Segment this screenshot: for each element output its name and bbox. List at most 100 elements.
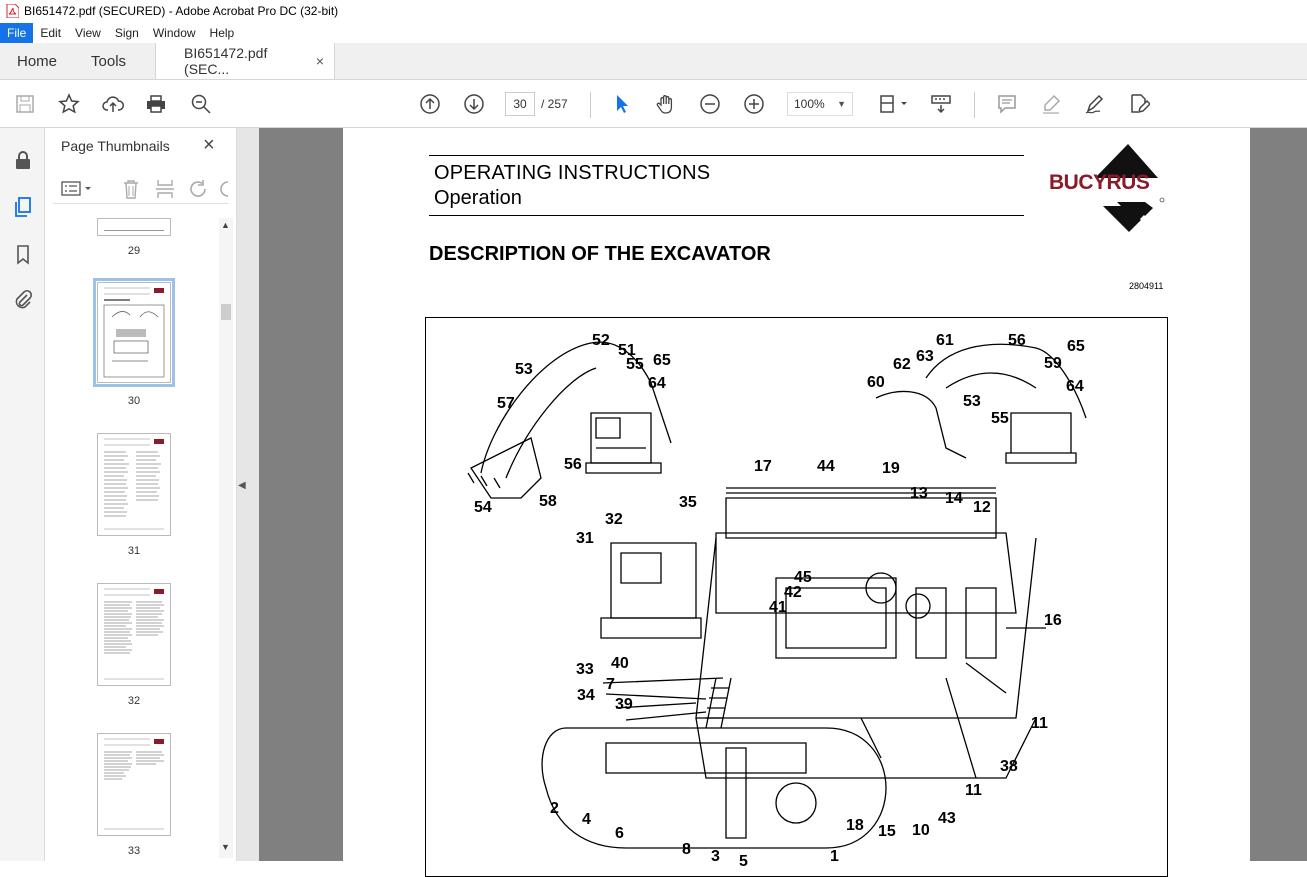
menu-view[interactable]: View	[68, 23, 108, 43]
callout-52: 52	[592, 332, 610, 349]
tab-home[interactable]: Home	[0, 43, 74, 79]
callout-62: 62	[893, 356, 911, 373]
thumbnail-page-32[interactable]	[97, 583, 171, 686]
thumbnail-label: 32	[127, 695, 141, 707]
callout-31: 31	[576, 530, 594, 547]
callout-7: 7	[606, 676, 615, 693]
toolbar-divider	[590, 92, 591, 118]
acrobat-pdf-icon	[6, 4, 19, 18]
page-number-input[interactable]: 30	[505, 92, 535, 116]
bookmark-icon[interactable]	[11, 242, 35, 266]
thumbnail-label: 30	[127, 395, 141, 407]
keyboard-scroll-icon[interactable]	[929, 92, 953, 116]
menu-sign[interactable]: Sign	[108, 23, 146, 43]
window-titlebar: BI651472.pdf (SECURED) - Adobe Acrobat P…	[0, 0, 1307, 22]
thumbnail-page-30[interactable]	[93, 278, 175, 387]
callout-17: 17	[754, 458, 772, 475]
hand-tool-icon[interactable]	[654, 92, 678, 116]
callout-8: 8	[682, 841, 691, 858]
edit-document-icon[interactable]	[1127, 92, 1151, 116]
zoom-level-select[interactable]: 100% ▼	[787, 92, 853, 116]
tab-close-icon[interactable]: ×	[316, 53, 324, 69]
rotate-page-icon[interactable]	[188, 178, 210, 200]
main-toolbar: 30 / 257 100% ▼	[0, 80, 1307, 128]
callout-59: 59	[1044, 355, 1062, 372]
thumbnail-label: 31	[127, 545, 141, 557]
callout-64: 64	[648, 375, 666, 392]
menu-window[interactable]: Window	[146, 23, 203, 43]
comment-icon[interactable]	[995, 92, 1019, 116]
thumbnail-page-29[interactable]	[97, 218, 171, 236]
thumbnail-page-33-preview	[104, 738, 164, 830]
bookmark-star-icon[interactable]	[57, 92, 81, 116]
callout-58: 58	[539, 493, 557, 510]
callout-39: 39	[615, 696, 633, 713]
left-navigation-rail	[0, 128, 45, 861]
tab-tools[interactable]: Tools	[74, 43, 143, 79]
callout-6: 6	[615, 825, 624, 842]
menu-bar: File Edit View Sign Window Help	[0, 22, 1307, 43]
zoom-in-icon[interactable]	[742, 92, 766, 116]
thumbnail-options-icon[interactable]	[61, 181, 95, 197]
header-subtitle: Operation	[434, 187, 522, 209]
scroll-up-icon[interactable]: ▲	[221, 220, 230, 230]
callout-15: 15	[878, 823, 896, 840]
upload-cloud-icon[interactable]	[101, 92, 125, 116]
callout-2: 2	[550, 800, 559, 817]
callout-65: 65	[1067, 338, 1085, 355]
lock-icon[interactable]	[11, 148, 35, 172]
save-icon[interactable]	[13, 92, 37, 116]
callout-11: 11	[965, 782, 982, 799]
callout-40: 40	[611, 655, 629, 672]
attachment-icon[interactable]	[11, 288, 35, 312]
menu-file[interactable]: File	[0, 22, 34, 43]
callout-14: 14	[945, 490, 963, 507]
select-cursor-icon[interactable]	[610, 92, 634, 116]
callout-35: 35	[679, 494, 697, 511]
tab-bar: Home Tools BI651472.pdf (SEC... ×	[0, 43, 1307, 80]
close-icon[interactable]: ×	[203, 134, 215, 157]
thumbnails-scrollbar[interactable]: ▲ ▼	[219, 218, 233, 858]
extract-page-icon[interactable]	[154, 178, 176, 200]
thumbnail-label: 33	[127, 845, 141, 857]
page-thumbnails-icon[interactable]	[11, 195, 35, 219]
tab-document-label: BI651472.pdf (SEC...	[184, 45, 268, 77]
thumbnail-page-31-preview	[104, 438, 164, 530]
menu-edit[interactable]: Edit	[33, 23, 68, 43]
callout-63: 63	[916, 348, 934, 365]
collapse-panel-icon[interactable]: ◀	[238, 480, 246, 491]
rotate-clockwise-icon[interactable]	[219, 178, 229, 200]
print-icon[interactable]	[144, 92, 168, 116]
tab-document[interactable]: BI651472.pdf (SEC... ×	[155, 43, 336, 79]
callout-1: 1	[830, 848, 839, 865]
callout-57: 57	[497, 395, 515, 412]
zoom-out-icon[interactable]	[698, 92, 722, 116]
menu-help[interactable]: Help	[203, 23, 242, 43]
thumbnail-page-32-preview	[104, 588, 164, 680]
scrollbar-thumb[interactable]	[221, 304, 231, 320]
header-title: OPERATING INSTRUCTIONS	[434, 162, 711, 184]
sign-pen-icon[interactable]	[1083, 92, 1107, 116]
prev-page-icon[interactable]	[418, 92, 442, 116]
callout-18: 18	[846, 817, 864, 834]
callout-33: 33	[576, 661, 594, 678]
section-heading: DESCRIPTION OF THE EXCAVATOR	[429, 243, 771, 265]
panel-title: Page Thumbnails	[61, 138, 170, 154]
thumbnail-page-31[interactable]	[97, 433, 171, 536]
callout-61: 61	[936, 332, 954, 349]
page-fit-icon[interactable]	[875, 92, 911, 116]
panel-toolbar	[53, 174, 229, 204]
thumbnail-page-33[interactable]	[97, 733, 171, 836]
highlighter-icon[interactable]	[1039, 92, 1063, 116]
pdf-page: OPERATING INSTRUCTIONS Operation BUCYRUS…	[343, 128, 1250, 877]
callout-44: 44	[817, 458, 835, 475]
bucyrus-logo: BUCYRUS	[1049, 171, 1150, 194]
callout-12: 12	[973, 499, 991, 516]
zoom-level-value: 100%	[794, 97, 825, 111]
scroll-down-icon[interactable]: ▼	[221, 842, 230, 852]
callout-56: 56	[564, 456, 582, 473]
next-page-icon[interactable]	[462, 92, 486, 116]
delete-page-icon[interactable]	[121, 178, 141, 200]
callout-54: 54	[474, 499, 492, 516]
zoom-search-icon[interactable]	[189, 92, 213, 116]
